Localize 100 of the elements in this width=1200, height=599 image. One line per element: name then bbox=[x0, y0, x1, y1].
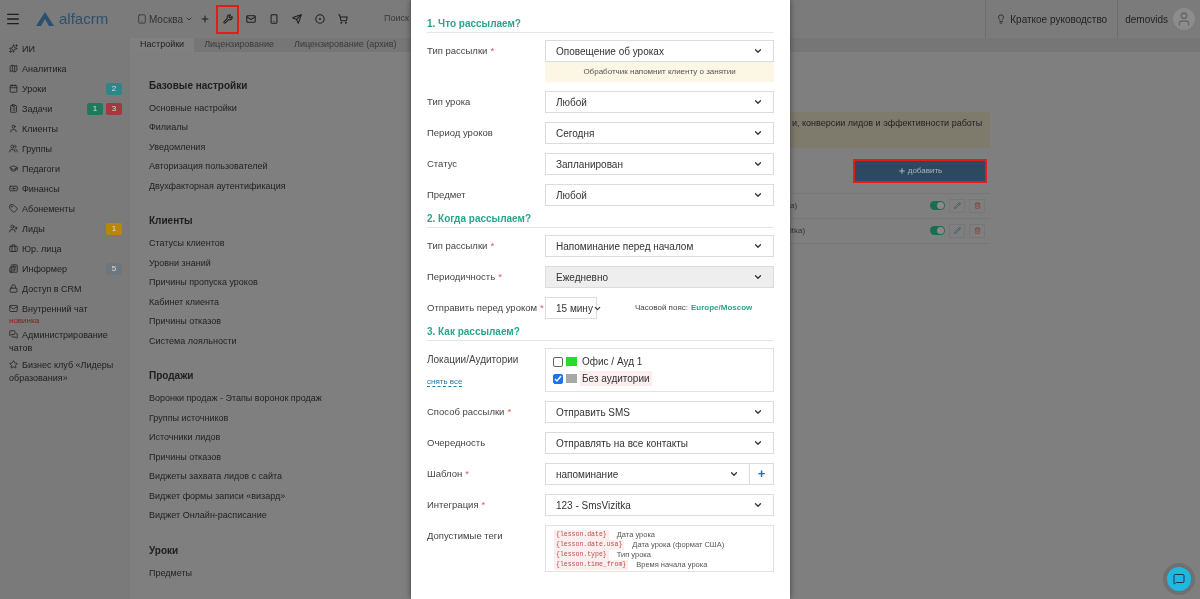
field-label: Шаблон bbox=[427, 468, 463, 479]
chevron-icon bbox=[753, 500, 763, 510]
sidebar-item[interactable]: ИИ bbox=[9, 43, 35, 56]
select-field[interactable]: Любой bbox=[545, 91, 774, 113]
form-section-heading: 1. Что рассылаем? bbox=[427, 16, 774, 33]
settings-link[interactable]: Виджет формы записи «визард» bbox=[149, 486, 411, 506]
count-badge: 1 bbox=[87, 103, 103, 115]
settings-link[interactable]: Статусы клиентов bbox=[149, 234, 411, 254]
add-template-button[interactable]: + bbox=[750, 463, 774, 485]
delete-button[interactable] bbox=[969, 223, 985, 238]
notice-box: и, конверсии лидов и эффективности работы bbox=[790, 111, 990, 148]
settings-link[interactable]: Филиалы bbox=[149, 118, 411, 138]
count-badge: 1 bbox=[106, 223, 122, 235]
sidebar-item[interactable]: Абонементы bbox=[9, 203, 75, 216]
field-label: Периодичность bbox=[427, 271, 496, 282]
select-field[interactable]: Напоминание перед началом bbox=[545, 235, 774, 257]
logo-icon bbox=[35, 11, 55, 27]
sidebar-item[interactable]: Группы bbox=[9, 143, 52, 156]
sidebar-item[interactable]: Аналитика bbox=[9, 63, 67, 76]
toggle-switch[interactable] bbox=[930, 226, 945, 235]
settings-link[interactable]: Авторизация пользователей bbox=[149, 157, 411, 177]
required-mark: * bbox=[490, 45, 495, 56]
select-field[interactable]: напоминание bbox=[545, 463, 750, 485]
field-label: Допустимые теги bbox=[427, 530, 503, 541]
edit-button[interactable] bbox=[949, 198, 965, 213]
add-button[interactable]: добавить bbox=[853, 158, 987, 183]
new-label: новинка bbox=[9, 316, 41, 325]
branch-dropdown[interactable]: Москва bbox=[130, 11, 193, 27]
sidebar-item[interactable]: Клиенты bbox=[9, 123, 59, 136]
tool-icon bbox=[291, 14, 302, 24]
settings-link[interactable]: Двухфакторная аутентификация bbox=[149, 176, 411, 196]
sidebar-icon bbox=[9, 84, 18, 93]
logo-text: alfacrm bbox=[59, 8, 109, 29]
sidebar-item[interactable]: Уроки bbox=[9, 83, 47, 96]
tab[interactable]: Лицензирование (архив) bbox=[283, 38, 407, 52]
trash-icon bbox=[973, 202, 981, 209]
toolbar-tool[interactable] bbox=[216, 4, 239, 34]
select-field[interactable]: 123 - SmsVizitka bbox=[545, 494, 774, 516]
field-label: Предмет bbox=[427, 189, 466, 200]
menu-icon[interactable] bbox=[5, 11, 21, 27]
sidebar-item[interactable]: Лиды bbox=[9, 223, 45, 236]
chevron-icon bbox=[753, 438, 763, 448]
tab[interactable]: Настройки bbox=[130, 38, 195, 52]
select-field[interactable]: Отправлять на все контакты bbox=[545, 432, 774, 454]
delete-button[interactable] bbox=[969, 198, 985, 213]
tool-icon bbox=[314, 14, 325, 24]
settings-link[interactable]: Виджеты захвата лидов с сайта bbox=[149, 467, 411, 487]
sidebar-item[interactable]: Информер bbox=[9, 263, 68, 276]
checkbox[interactable] bbox=[553, 373, 563, 384]
select-field[interactable]: Любой bbox=[545, 184, 774, 206]
select-field[interactable]: Отправить SMS bbox=[545, 401, 774, 423]
select-field[interactable]: Сегодня bbox=[545, 122, 774, 144]
settings-link[interactable]: Причины отказов bbox=[149, 447, 411, 467]
location-label: Без аудитории bbox=[580, 371, 652, 386]
tab[interactable]: Лицензирование bbox=[194, 38, 284, 52]
chevron-icon bbox=[753, 97, 763, 107]
settings-link[interactable]: Основные настройки bbox=[149, 98, 411, 118]
sidebar-icon bbox=[9, 264, 18, 273]
edit-button[interactable] bbox=[949, 223, 965, 238]
settings-link[interactable]: Кабинет клиента bbox=[149, 292, 411, 312]
section-heading: Продажи bbox=[149, 369, 195, 383]
search-field[interactable]: Поиск bbox=[384, 12, 409, 26]
hint-text: Обработчик напомнит клиенту о занятии bbox=[545, 62, 774, 82]
settings-link[interactable]: Уведомления bbox=[149, 137, 411, 157]
sidebar-icon bbox=[9, 184, 18, 193]
settings-link[interactable]: Группы источников bbox=[149, 408, 411, 428]
count-badge: 5 bbox=[106, 263, 122, 275]
pencil-icon bbox=[953, 227, 961, 234]
sidebar-icon bbox=[9, 44, 18, 53]
settings-link[interactable]: Уровни знаний bbox=[149, 253, 411, 273]
settings-link[interactable]: Воронки продаж - Этапы воронок продаж bbox=[149, 389, 411, 409]
sidebar-item[interactable]: Финансы bbox=[9, 183, 60, 196]
deselect-all-link[interactable]: снять все bbox=[427, 377, 463, 387]
settings-link[interactable]: Причины отказов bbox=[149, 312, 411, 332]
sidebar-item[interactable]: Задачи bbox=[9, 103, 53, 116]
sidebar-icon bbox=[9, 164, 18, 173]
select-field[interactable]: Запланирован bbox=[545, 153, 774, 175]
timezone-link[interactable]: Europe/Moscow bbox=[690, 302, 753, 314]
toggle-switch[interactable] bbox=[930, 201, 945, 210]
field-label: Тип рассылки bbox=[427, 240, 488, 251]
sidebar-item[interactable]: Внутренний чат bbox=[9, 303, 88, 316]
sidebar-item[interactable]: Юр. лица bbox=[9, 243, 62, 256]
settings-link[interactable]: Виджет Онлайн-расписание bbox=[149, 506, 411, 526]
sidebar-item[interactable]: Педагоги bbox=[9, 163, 60, 176]
sidebar-icon bbox=[9, 330, 18, 339]
checkbox[interactable] bbox=[553, 356, 563, 367]
sidebar-item[interactable]: Бизнес клуб «Лидеры образования» bbox=[9, 359, 122, 385]
settings-link[interactable]: Предметы bbox=[149, 563, 411, 583]
chat-icon bbox=[1173, 573, 1185, 585]
avatar-icon[interactable] bbox=[1173, 8, 1195, 30]
settings-link[interactable]: Источники лидов bbox=[149, 428, 411, 448]
settings-link[interactable]: Причины пропуска уроков bbox=[149, 273, 411, 293]
sidebar-icon bbox=[9, 104, 18, 113]
sidebar-item[interactable]: Доступ в CRM bbox=[9, 283, 82, 296]
chevron-icon bbox=[753, 159, 763, 169]
sidebar-item[interactable]: Администрирование чатов bbox=[9, 329, 122, 355]
settings-link[interactable]: Система лояльности bbox=[149, 331, 411, 351]
section-heading: Уроки bbox=[149, 543, 180, 558]
select-field[interactable]: Оповещение об уроках bbox=[545, 40, 774, 62]
chat-button[interactable] bbox=[1167, 567, 1191, 591]
